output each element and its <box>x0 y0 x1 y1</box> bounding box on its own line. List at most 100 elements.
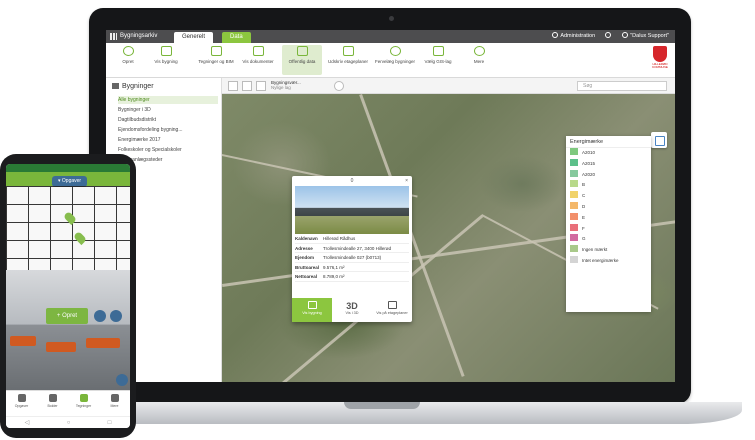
ribbon-mere-button[interactable]: Mere <box>464 45 494 64</box>
legend-swatch <box>570 212 578 220</box>
nav-bolder[interactable]: Bolder <box>37 391 68 416</box>
sidebar-item-skoler[interactable]: Folkeskoler og Specialskoler <box>118 146 218 154</box>
vis-etageplaner-button[interactable]: Vis på etageplaner <box>372 298 412 322</box>
map-search-input[interactable]: Søg <box>577 81 667 91</box>
legend-label: G <box>582 236 586 242</box>
legend-label: Ingen mærkt <box>582 247 608 253</box>
map-tool-select-button[interactable] <box>242 81 252 91</box>
legend-item[interactable]: A2010 <box>566 148 651 159</box>
box-icon <box>48 394 57 402</box>
legend-label: Intet energimærke <box>582 257 619 263</box>
more-icon <box>110 394 119 402</box>
legend-item[interactable]: A2020 <box>566 169 651 181</box>
legend-swatch <box>570 158 578 166</box>
home-icon[interactable]: ○ <box>67 417 71 428</box>
municipality-logo: HILLERØD KOMMUNE <box>651 46 669 70</box>
ribbon-vis-bygning-button[interactable]: Vis bygning <box>146 45 186 64</box>
more-icon <box>473 46 485 56</box>
add-layer-icon[interactable] <box>334 81 344 91</box>
nav-mere[interactable]: Mere <box>99 391 130 416</box>
sidebar-item-alle-bygninger[interactable]: Alle bygninger <box>118 96 218 104</box>
satellite-map[interactable]: 0 × Kaldenavn Hillerød Rådhus Adresse Trol… <box>222 94 675 382</box>
legend-item[interactable]: G <box>566 234 651 245</box>
globe-icon <box>389 46 401 56</box>
legend-item[interactable]: B <box>566 180 651 191</box>
tab-data[interactable]: Data <box>222 32 251 43</box>
user-icon <box>622 32 629 38</box>
sidebar-item-energimaerke[interactable]: Energimærke 2017 <box>118 136 218 144</box>
legend-item[interactable]: E <box>566 212 651 224</box>
ribbon-offentlig-data-button[interactable]: Offentlig data <box>282 45 322 75</box>
nav-tegninger[interactable]: Tegninger <box>68 391 99 416</box>
gear-icon <box>552 32 559 38</box>
close-icon[interactable]: × <box>405 176 408 186</box>
map-layers-button[interactable] <box>651 132 667 148</box>
legend-item[interactable]: C <box>566 191 651 202</box>
map-tool-pan-button[interactable] <box>228 81 238 91</box>
legend-label: F <box>582 225 585 231</box>
energy-legend: Energimærke A2010 A2015 A2020 B C D E F G Ingen m… <box>566 136 651 312</box>
phone-header: ▾ Opgaver <box>6 172 130 187</box>
crest-icon <box>653 46 667 62</box>
ribbon-udskriv-button[interactable]: Udskriv etageplaner <box>324 45 372 64</box>
plus-icon <box>122 46 134 56</box>
building-photo <box>295 186 409 234</box>
phone-3d-view[interactable]: + Opret <box>6 270 130 390</box>
sidebar-title[interactable]: Bygninger <box>112 83 154 90</box>
ribbon-opret-button[interactable]: Opret <box>108 45 148 64</box>
recents-icon[interactable]: □ <box>108 417 112 428</box>
laptop: Bygningsarkiv Generelt Data Administrati… <box>89 8 691 404</box>
popup-row-bruttoareal: Bruttoareal 9.576,1 m² <box>295 263 409 272</box>
help-icon[interactable] <box>604 32 613 39</box>
print-icon <box>342 46 354 56</box>
legend-item[interactable]: Intet energimærke <box>566 255 651 267</box>
phone-screen: ▾ Opgaver + Opret Opgaver Bolder Tegning… <box>6 164 130 428</box>
tab-generelt[interactable]: Generelt <box>174 32 214 43</box>
map-tool-measure-button[interactable] <box>256 81 266 91</box>
legend-item[interactable]: F <box>566 223 651 235</box>
phone-bottom-nav: Opgaver Bolder Tegninger Mere <box>6 390 130 416</box>
administration-link[interactable]: Administration <box>552 32 595 39</box>
public-data-icon <box>296 46 308 56</box>
pin-icon[interactable] <box>62 210 78 226</box>
legend-swatch <box>570 148 578 155</box>
legend-swatch <box>570 223 578 231</box>
sidebar-item-ejendomsfordeling[interactable]: Ejendomsfordeling bygning... <box>118 126 218 134</box>
legend-label: C <box>582 193 586 199</box>
phone-floorplan[interactable] <box>6 186 130 270</box>
app-title[interactable]: Bygningsarkiv <box>110 30 157 43</box>
layers-icon <box>432 46 444 56</box>
pin-icon[interactable] <box>72 230 88 246</box>
back-icon[interactable]: ◁ <box>25 417 30 428</box>
laptop-screen: Bygningsarkiv Generelt Data Administrati… <box>106 30 675 382</box>
drawing-icon <box>79 394 88 402</box>
layer-selector[interactable]: Bygningsvær... Nylige lag <box>271 80 301 90</box>
legend-label: A2010 <box>582 150 596 155</box>
phone: ▾ Opgaver + Opret Opgaver Bolder Tegning… <box>0 154 136 438</box>
building-icon <box>112 83 119 89</box>
ribbon-fervelaeg-button[interactable]: Fervelæg bygninger <box>372 45 418 64</box>
building-icon <box>307 301 317 309</box>
eye-icon[interactable] <box>94 310 106 322</box>
legend-item[interactable]: A2015 <box>566 158 651 170</box>
popup-row-adresse: Adresse Trollesmindealle 27, 3400 Hillerø… <box>295 244 409 253</box>
view-toggle-icon[interactable] <box>116 374 128 386</box>
ribbon-vis-dokumenter-button[interactable]: Vis dokumenter <box>238 45 278 64</box>
sidebar-item-bygninger-3d[interactable]: Bygninger i 3D <box>118 106 218 114</box>
nav-opgaver[interactable]: Opgaver <box>6 391 37 416</box>
ribbon-gis-lag-button[interactable]: Vælg GIS-lag <box>418 45 458 64</box>
furniture <box>46 342 76 352</box>
legend-item[interactable]: D <box>566 201 651 213</box>
tool-icon[interactable] <box>110 310 122 322</box>
opret-button[interactable]: + Opret <box>46 308 88 324</box>
app-grid-icon <box>110 33 117 40</box>
ribbon-tegninger-button[interactable]: Tegninger og BIM <box>192 45 240 64</box>
building-icon <box>160 46 172 56</box>
user-menu[interactable]: "Dalux Support" <box>622 32 669 39</box>
legend-item[interactable]: Ingen mærkt <box>566 245 651 256</box>
legend-swatch <box>570 234 578 242</box>
vis-3d-button[interactable]: 3D Vis i 3D <box>332 298 372 322</box>
sidebar-item-dagtilbud[interactable]: Dagtilbudsdistrikt <box>118 116 218 124</box>
camera <box>389 16 394 21</box>
vis-bygning-button[interactable]: Vis bygning <box>292 298 332 322</box>
